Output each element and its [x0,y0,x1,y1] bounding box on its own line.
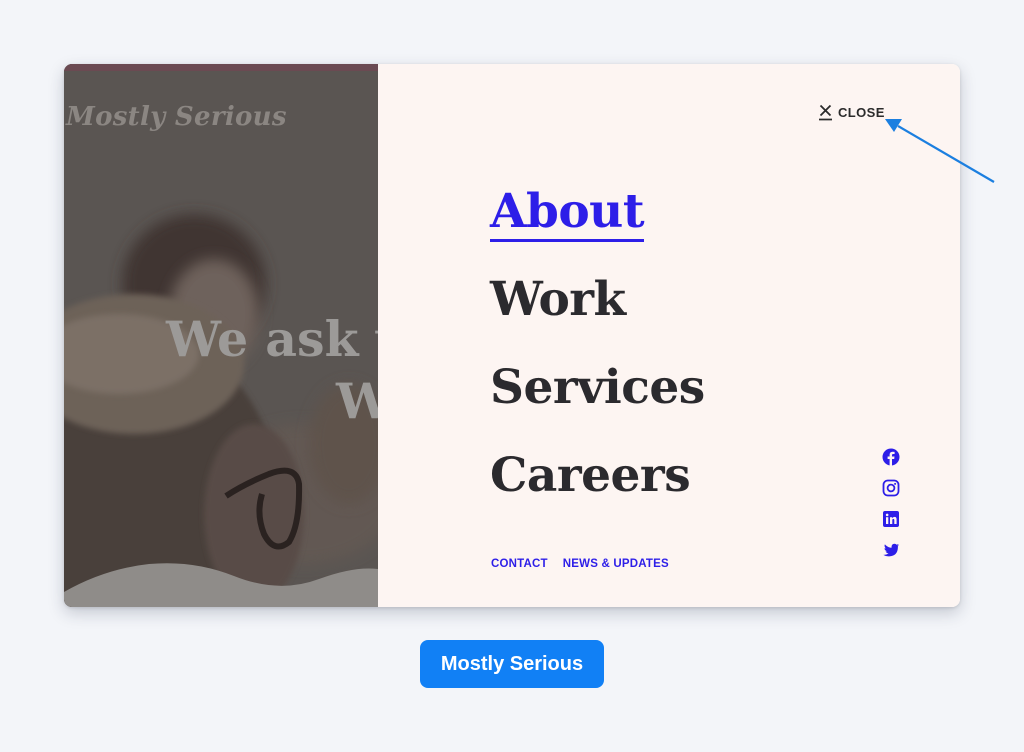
nav-item-label: Services [490,360,705,415]
nav-item-about[interactable]: About [490,168,705,256]
nav-item-services[interactable]: Services [490,344,705,432]
news-updates-link[interactable]: NEWS & UPDATES [563,558,669,570]
page: Mostly Serious We ask w W CLOSE About [0,0,1024,752]
hero-top-bar [64,64,378,71]
facebook-icon[interactable] [882,448,900,466]
hero-headline-line1: We ask w [166,310,378,368]
nav-item-label: Work [490,272,626,327]
main-nav: About Work Services Careers [490,168,705,520]
twitter-icon[interactable] [882,541,900,559]
hero-headline-line2: W [336,372,378,430]
nav-item-careers[interactable]: Careers [490,432,705,520]
nav-item-label: About [490,184,645,242]
instagram-icon[interactable] [882,479,900,497]
close-icon [819,104,832,121]
hero-headline: We ask w W [166,308,378,432]
social-links [882,448,900,559]
nav-item-work[interactable]: Work [490,256,705,344]
footer-links: CONTACT NEWS & UPDATES [491,558,669,570]
caption-button[interactable]: Mostly Serious [420,640,604,688]
hero-logo: Mostly Serious [66,102,287,132]
linkedin-icon[interactable] [882,510,900,528]
nav-item-label: Careers [490,448,691,503]
menu-panel: CLOSE About Work Services Careers CONTAC… [378,64,960,607]
site-window: Mostly Serious We ask w W CLOSE About [64,64,960,607]
close-label: CLOSE [838,105,885,120]
hero-background: Mostly Serious We ask w W [64,64,378,607]
close-button[interactable]: CLOSE [819,104,885,121]
contact-link[interactable]: CONTACT [491,558,548,570]
